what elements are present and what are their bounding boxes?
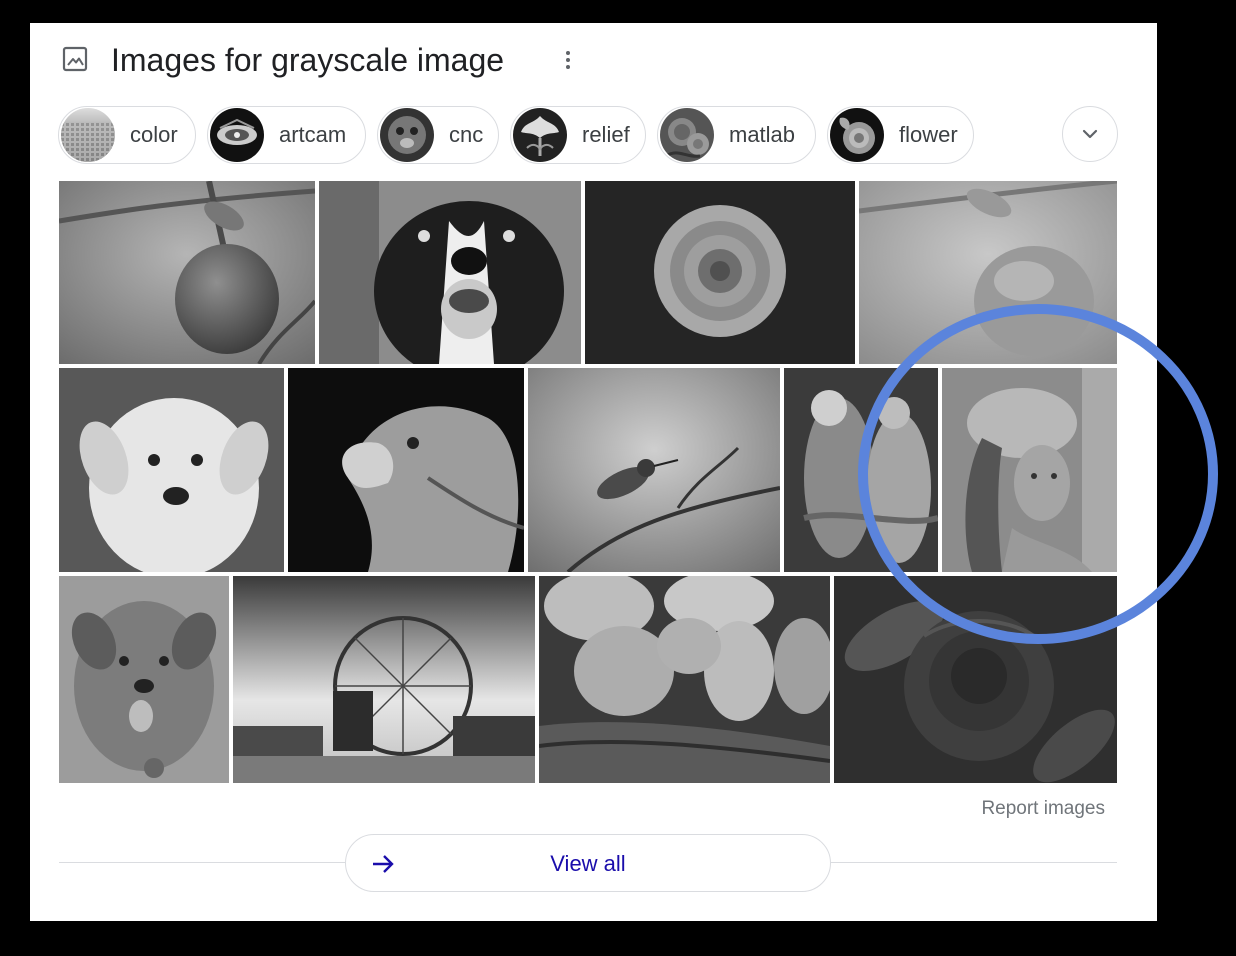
report-images-link[interactable]: Report images: [940, 798, 1105, 820]
chip-label: artcam: [279, 122, 347, 147]
image-puppy[interactable]: [59, 368, 284, 572]
cnc-thumbnail: [380, 108, 434, 162]
relief-thumbnail: [513, 108, 567, 162]
image-puppy-tongue[interactable]: [59, 576, 229, 783]
image-dog[interactable]: [319, 181, 581, 364]
chevron-down-icon[interactable]: [1062, 106, 1118, 162]
image-woman-in-hat[interactable]: [942, 368, 1117, 572]
chip-relief[interactable]: relief: [510, 106, 646, 164]
image-parrots[interactable]: [784, 368, 938, 572]
divider-left: [59, 862, 346, 863]
chip-artcam[interactable]: artcam: [207, 106, 366, 164]
chip-matlab[interactable]: matlab: [657, 106, 816, 164]
chip-label: matlab: [729, 122, 796, 147]
image-apple-inverted[interactable]: [859, 181, 1117, 364]
chip-label: relief: [582, 122, 630, 147]
image-rose[interactable]: [585, 181, 855, 364]
chip-label: cnc: [449, 122, 484, 147]
view-all-button[interactable]: View all: [345, 834, 831, 892]
chip-color[interactable]: color: [58, 106, 196, 164]
chip-label: flower: [899, 122, 958, 147]
section-title: Images for grayscale image: [111, 42, 505, 78]
artcam-thumbnail: [210, 108, 264, 162]
image-hummingbird[interactable]: [528, 368, 780, 572]
color-thumbnail: [61, 108, 115, 162]
chip-cnc[interactable]: cnc: [377, 106, 499, 164]
image-dark-rose[interactable]: [834, 576, 1117, 783]
chip-label: color: [130, 122, 178, 147]
image-ferris-wheel[interactable]: [233, 576, 535, 783]
flower-thumbnail: [830, 108, 884, 162]
chip-flower[interactable]: flower: [827, 106, 974, 164]
image-apple[interactable]: [59, 181, 315, 364]
view-all-label: View all: [550, 851, 626, 876]
divider-right: [830, 862, 1117, 863]
image-eagle[interactable]: [288, 368, 524, 572]
matlab-thumbnail: [660, 108, 714, 162]
image-potatoes[interactable]: [539, 576, 830, 783]
more-vert-icon[interactable]: [556, 46, 580, 74]
image-icon: [62, 46, 88, 72]
